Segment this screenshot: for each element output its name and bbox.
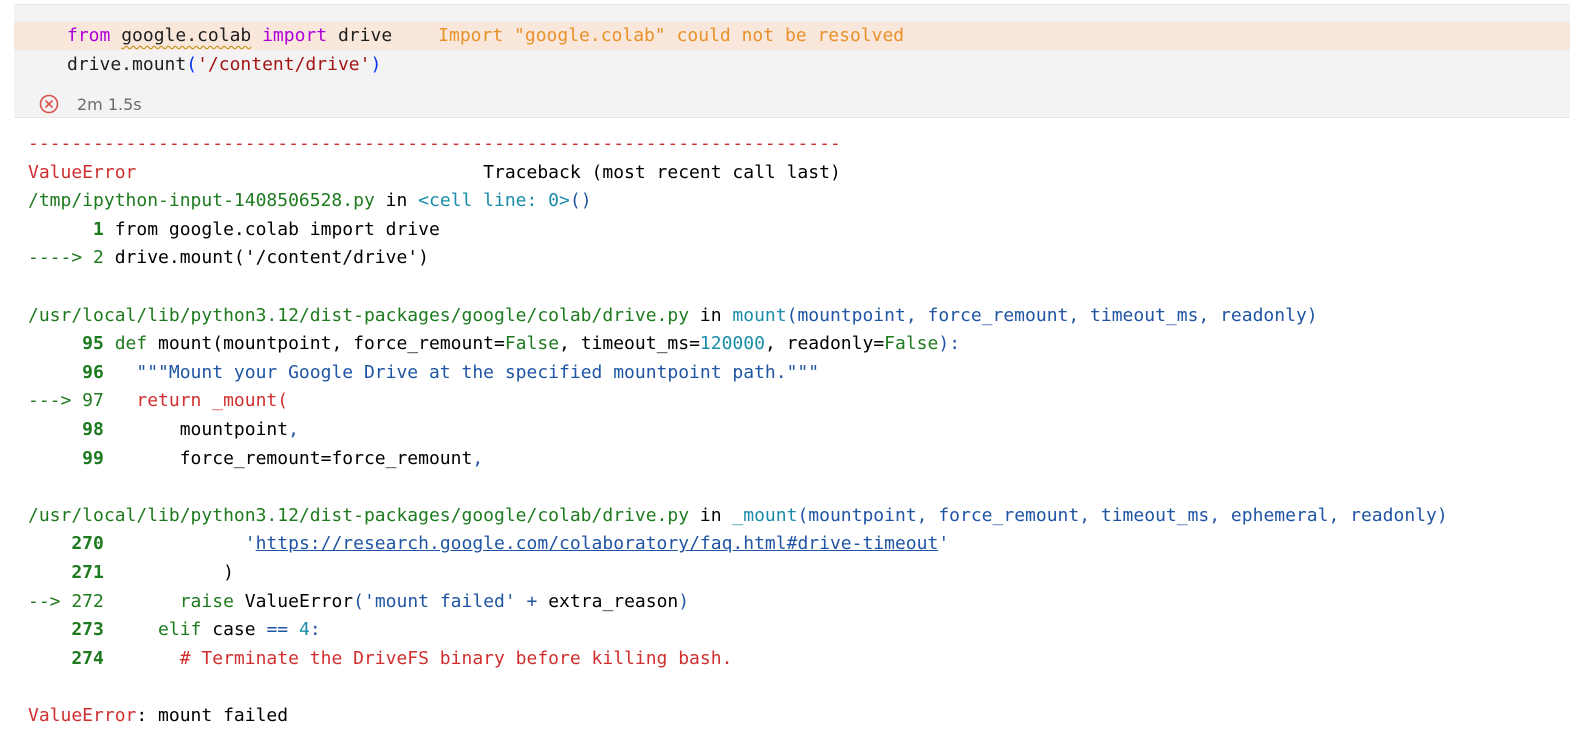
traceback-separator: ----------------------------------------… (28, 133, 841, 154)
frame-1-line-2: ----> 2 drive.mount('/content/drive') (28, 247, 429, 269)
code-cell[interactable]: from google.colab import drive Import "go… (14, 4, 1570, 118)
mount-path-string: '/content/drive' (197, 54, 371, 75)
final-error-line: ValueError: mount failed (28, 704, 289, 726)
keyword-from: from (67, 25, 111, 46)
code-line-2[interactable]: drive.mount('/content/drive') (67, 51, 381, 79)
frame-3-line-271: 271 ) (28, 561, 234, 583)
faq-link[interactable]: https://research.google.com/colaboratory… (256, 533, 939, 554)
frame-1-location: <cell line: 0> (418, 190, 570, 212)
inline-diagnostic-message: Import "google.colab" could not be resol… (438, 25, 905, 46)
frame-3-line-273: 273 elif case == 4: (28, 619, 321, 641)
frame-3-header: /usr/local/lib/python3.12/dist-packages/… (28, 504, 1448, 526)
mount-call: drive.mount (67, 54, 187, 75)
error-circle-icon[interactable] (38, 93, 60, 115)
frame-3-func: _mount (732, 504, 798, 526)
frame-2-line-95: 95 def mount(mountpoint, force_remount=F… (28, 333, 961, 355)
frame-3-path: /usr/local/lib/python3.12/dist-packages/… (28, 504, 690, 526)
frame-2-line-99: 99 force_remount=force_remount, (28, 447, 484, 469)
import-name: drive (337, 25, 393, 46)
frame-1-line-1: 1 from google.colab import drive (28, 218, 440, 240)
traceback-header: ValueError Traceback (most recent call l… (28, 161, 841, 183)
frame-2-line-97: ---> 97 return _mount( (28, 390, 289, 412)
cell-status-bar: 2m 1.5s (38, 89, 142, 119)
frame-2-path: /usr/local/lib/python3.12/dist-packages/… (28, 304, 690, 326)
frame-3-line-274: 274 # Terminate the DriveFS binary befor… (28, 647, 733, 669)
execution-duration: 2m 1.5s (77, 94, 142, 114)
cell-output-traceback: ----------------------------------------… (28, 130, 1448, 730)
frame-3-line-270: 270 'https://research.google.com/colabor… (28, 533, 950, 555)
frame-2-header: /usr/local/lib/python3.12/dist-packages/… (28, 304, 1318, 326)
frame-2-func: mount (732, 304, 787, 326)
frame-1-path: /tmp/ipython-input-1408506528.py (28, 190, 375, 212)
code-line-1[interactable]: from google.colab import drive Import "go… (67, 22, 904, 50)
unresolved-module[interactable]: google.colab (121, 25, 251, 46)
frame-3-line-272: --> 272 raise ValueError('mount failed' … (28, 590, 690, 612)
frame-2-line-98: 98 mountpoint, (28, 418, 299, 440)
frame-2-line-96: 96 """Mount your Google Drive at the spe… (28, 361, 820, 383)
keyword-import: import (262, 25, 328, 46)
frame-1-header: /tmp/ipython-input-1408506528.py in <cel… (28, 190, 592, 212)
